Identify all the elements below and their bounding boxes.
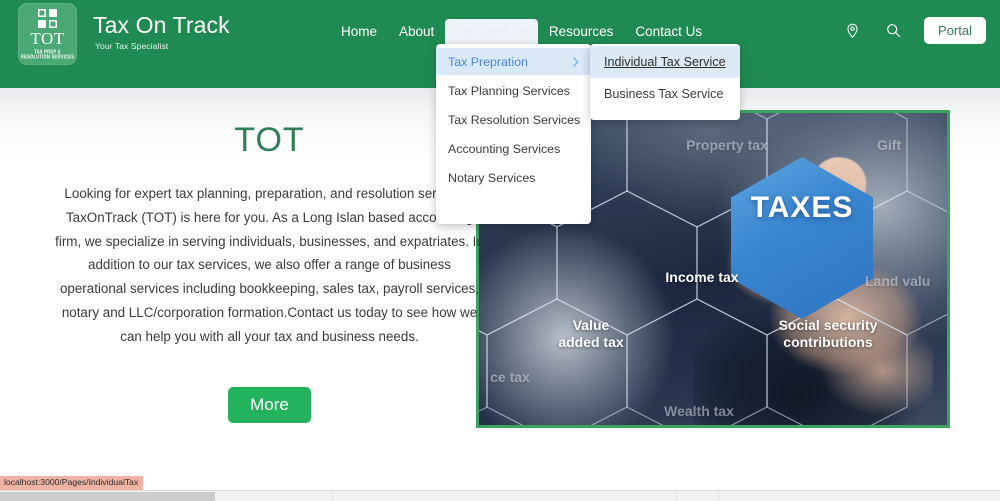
hex-label-gift: Gift	[877, 137, 902, 153]
hex-label-value-added-tax: Value added tax	[558, 317, 624, 350]
hex-label-income-tax: Income tax	[665, 269, 739, 285]
menu-item-tax-resolution-services-label: Tax Resolution Services	[448, 112, 581, 127]
horizontal-scrollbar-thumb[interactable]	[0, 492, 215, 501]
nav-item-contact-us[interactable]: Contact Us	[624, 19, 713, 45]
nav-item-resources[interactable]: Resources	[538, 19, 625, 45]
browser-viewport: Property tax Gift te tax ce tax Income t…	[0, 0, 1000, 501]
intro-paragraph: Looking for expert tax planning, prepara…	[55, 186, 484, 344]
horizontal-scrollbar-track[interactable]	[0, 490, 1000, 501]
more-button-wrapper: More	[46, 386, 493, 423]
menu-item-tax-prepration[interactable]: Tax Prepration	[436, 48, 591, 75]
submenu-item-individual-tax-service-label: Individual Tax Service	[604, 55, 726, 69]
logo-subtitle-line2: RESOLUTION SERVICES	[20, 53, 75, 60]
hex-label-land-value: Land valu	[865, 273, 931, 289]
logo-grid-squares	[38, 8, 57, 28]
nav-label-resources: Resources	[548, 24, 614, 39]
menu-item-accounting-services-label: Accounting Services	[448, 141, 561, 156]
hex-label-social-security: Social security contributions	[778, 317, 878, 350]
brand[interactable]: TOT TAX PREP & RESOLUTION SERVICES Tax O…	[18, 3, 230, 65]
status-bar-url: localhost:3000/Pages/IndividualTax	[0, 476, 144, 490]
intro-section: TOT Looking for expert tax planning, pre…	[46, 110, 493, 423]
menu-item-notary-services[interactable]: Notary Services	[436, 164, 591, 191]
search-icon[interactable]	[883, 21, 903, 41]
chevron-right-icon	[573, 56, 579, 67]
menu-item-tax-planning-services-label: Tax Planning Services	[448, 83, 570, 98]
nav-item-services[interactable]: Services	[445, 19, 538, 45]
hex-label-property-tax: Property tax	[686, 137, 768, 153]
nav-label-home: Home	[341, 24, 378, 39]
logo-icon: TOT TAX PREP & RESOLUTION SERVICES	[18, 3, 77, 65]
menu-item-tax-prepration-label: Tax Prepration	[448, 54, 528, 69]
menu-item-notary-services-label: Notary Services	[448, 170, 536, 185]
nav-label-about: About	[399, 24, 435, 39]
location-pin-icon[interactable]	[842, 21, 862, 41]
menu-item-tax-resolution-services[interactable]: Tax Resolution Services	[436, 106, 591, 133]
brand-tagline: Your Tax Specialist	[95, 41, 169, 51]
submenu-item-business-tax-service-label: Business Tax Service	[604, 87, 724, 101]
nav-label-services: Services	[456, 24, 509, 39]
nav-item-about[interactable]: About	[388, 19, 445, 45]
submenu-item-business-tax-service[interactable]: Business Tax Service	[590, 78, 740, 110]
nav-item-home[interactable]: Home	[330, 19, 388, 45]
brand-title: Tax On Track	[93, 12, 230, 38]
logo-monogram: TOT	[30, 28, 65, 48]
portal-button[interactable]: Portal	[924, 17, 986, 44]
header-actions: Portal	[842, 17, 986, 44]
tax-preparation-submenu: Individual Tax Service Business Tax Serv…	[590, 44, 740, 120]
menu-item-tax-planning-services[interactable]: Tax Planning Services	[436, 77, 591, 104]
menu-item-accounting-services[interactable]: Accounting Services	[436, 135, 591, 162]
hex-label-wealth-tax: Wealth tax	[664, 403, 734, 419]
brand-text: Tax On Track Your Tax Specialist	[93, 3, 230, 51]
services-dropdown-menu: Tax Prepration Tax Planning Services Tax…	[436, 44, 591, 224]
nav-label-contact-us: Contact Us	[635, 24, 703, 39]
page-title: TOT	[234, 121, 305, 159]
chevron-down-icon	[518, 28, 527, 34]
more-button[interactable]: More	[228, 386, 311, 423]
submenu-item-individual-tax-service[interactable]: Individual Tax Service	[590, 46, 740, 78]
hex-label-taxes: TAXES	[750, 191, 854, 224]
main-navigation: Home About Services Resources Contact Us	[330, 19, 713, 45]
